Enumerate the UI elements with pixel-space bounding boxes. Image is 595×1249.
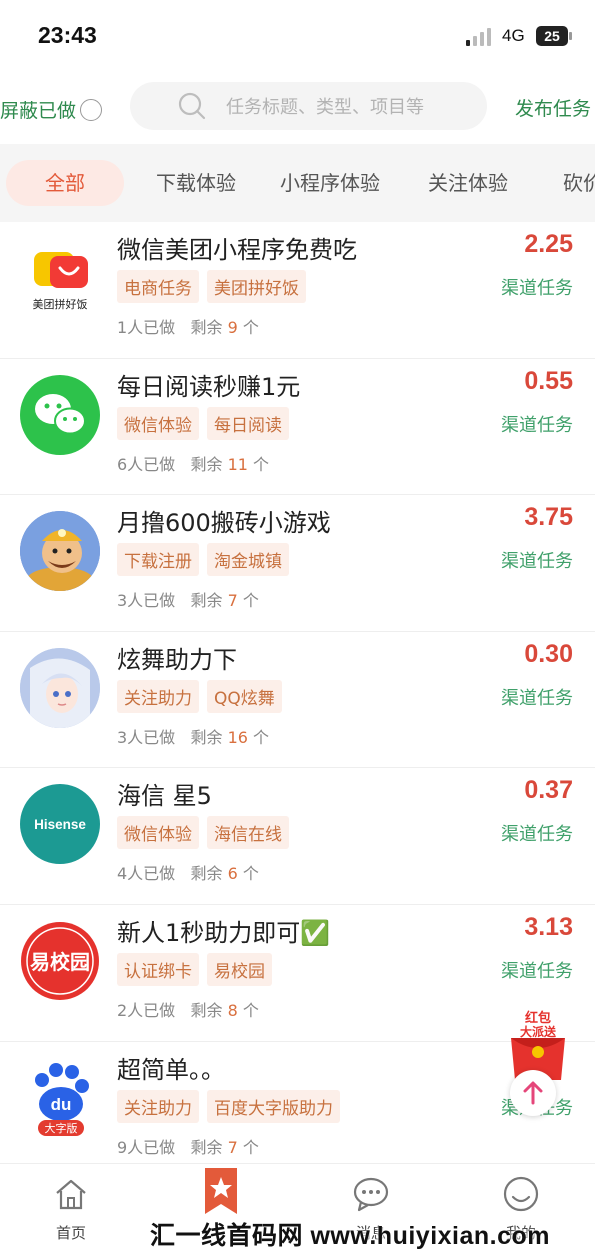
- task-title: 超简单。。: [117, 1055, 225, 1084]
- nav-tasks[interactable]: [181, 1168, 261, 1218]
- nav-home[interactable]: 首页: [31, 1174, 111, 1243]
- task-tag: 微信体验: [117, 816, 199, 850]
- task-tag: 淘金城镇: [207, 543, 289, 577]
- channel-label: 渠道任务: [501, 551, 573, 573]
- task-tag: 美团拼好饭: [207, 270, 306, 303]
- channel-label: 渠道任务: [501, 278, 573, 299]
- svg-text:红包: 红包: [525, 1010, 551, 1026]
- task-tag: QQ炫舞: [207, 679, 282, 713]
- svg-text:易校园: 易校园: [30, 950, 90, 974]
- tab-bargain[interactable]: 砍价: [563, 160, 595, 206]
- channel-label: 渠道任务: [501, 687, 573, 709]
- task-stats: 3人已做 剩余 7 个: [117, 591, 259, 611]
- task-title: 月撸600搬砖小游戏: [117, 509, 331, 538]
- battery-icon: 25: [536, 26, 572, 46]
- category-tabs: 全部 下载体验 小程序体验 关注体验 砍价: [0, 144, 595, 222]
- tab-all[interactable]: 全部: [6, 160, 124, 206]
- status-bar: 23:43 4G 25: [0, 0, 595, 72]
- task-stats: 2人已做 剩余 8 个: [117, 1000, 259, 1020]
- task-tag: 关注助力: [117, 679, 199, 713]
- task-reward: 3.13: [524, 912, 573, 941]
- task-reward: 0.37: [524, 776, 573, 805]
- task-reward: 0.30: [524, 639, 573, 668]
- task-stats: 4人已做 剩余 6 个: [117, 864, 259, 884]
- meituan-logo-icon: 美团拼好饭: [20, 238, 100, 318]
- game-miner-logo-icon: [20, 511, 100, 592]
- task-title: 海信 星5: [117, 782, 212, 811]
- task-title: 每日阅读秒赚1元: [117, 372, 301, 401]
- search-input[interactable]: 任务标题、类型、项目等: [130, 82, 487, 130]
- task-tag: 电商任务: [117, 270, 199, 303]
- task-reward: 0.55: [524, 366, 573, 395]
- channel-label: 渠道任务: [501, 824, 573, 846]
- message-icon: [353, 1177, 389, 1212]
- task-stats: 9人已做 剩余 7 个: [117, 1137, 259, 1157]
- search-icon: [178, 92, 206, 120]
- task-reward: 2.25: [524, 230, 573, 258]
- yixiaoyuan-logo-icon: 易校园: [20, 920, 100, 1001]
- signal-icon: [466, 28, 496, 46]
- network-type: 4G: [502, 26, 525, 45]
- task-tag: 易校园: [207, 952, 272, 986]
- baidu-logo-icon: du 大字版: [20, 1057, 100, 1138]
- svg-text:大派送: 大派送: [520, 1024, 557, 1039]
- hide-done-toggle[interactable]: 屏蔽已做: [0, 96, 103, 123]
- task-item[interactable]: 月撸600搬砖小游戏 下载注册 淘金城镇 3人已做 剩余 7 个 3.75 渠道…: [0, 495, 595, 632]
- task-title: 炫舞助力下: [117, 645, 237, 674]
- channel-label: 渠道任务: [501, 414, 573, 436]
- channel-label: 渠道任务: [501, 960, 573, 982]
- star-bookmark-icon: [205, 1168, 237, 1214]
- task-tag: 认证绑卡: [117, 952, 199, 986]
- scroll-to-top-button[interactable]: [510, 1070, 556, 1116]
- task-title: 微信美团小程序免费吃: [117, 236, 357, 264]
- task-title: 新人1秒助力即可✅: [117, 918, 331, 947]
- svg-text:Hisense: Hisense: [34, 817, 86, 832]
- task-tag: 关注助力: [117, 1089, 199, 1123]
- tab-follow[interactable]: 关注体验: [428, 160, 508, 206]
- search-header: 屏蔽已做 任务标题、类型、项目等 发布任务: [0, 72, 595, 144]
- wechat-logo-icon: [20, 374, 100, 455]
- clock: 23:43: [38, 22, 97, 48]
- profile-icon: [503, 1176, 539, 1212]
- search-placeholder: 任务标题、类型、项目等: [226, 97, 424, 118]
- svg-text:大字版: 大字版: [45, 1121, 78, 1135]
- tab-download[interactable]: 下载体验: [156, 160, 236, 206]
- task-item[interactable]: 炫舞助力下 关注助力 QQ炫舞 3人已做 剩余 16 个 0.30 渠道任务: [0, 632, 595, 769]
- radio-icon[interactable]: [80, 98, 103, 121]
- task-stats: 1人已做 剩余 9 个: [117, 318, 259, 337]
- task-tag: 海信在线: [207, 816, 289, 850]
- task-tag: 每日阅读: [207, 406, 289, 440]
- task-item[interactable]: 美团拼好饭 微信美团小程序免费吃 电商任务 美团拼好饭 1人已做 剩余 9 个 …: [0, 222, 595, 359]
- task-item[interactable]: Hisense 海信 星5 微信体验 海信在线 4人已做 剩余 6 个 0.37…: [0, 768, 595, 905]
- task-tag: 下载注册: [117, 543, 199, 577]
- hide-done-label: 屏蔽已做: [0, 100, 77, 122]
- site-watermark: 汇一线首码网 www.huiyixian.com: [150, 1222, 551, 1249]
- tab-miniprogram[interactable]: 小程序体验: [280, 160, 380, 206]
- svg-text:美团拼好饭: 美团拼好饭: [33, 297, 88, 311]
- home-icon: [56, 1179, 86, 1210]
- task-tag: 百度大字版助力: [207, 1089, 340, 1123]
- nav-home-label: 首页: [55, 1224, 86, 1242]
- qq-dance-logo-icon: [20, 647, 100, 728]
- task-tag: 微信体验: [117, 406, 199, 440]
- publish-task-button[interactable]: 发布任务: [515, 94, 591, 121]
- task-stats: 6人已做 剩余 11 个: [117, 454, 270, 474]
- arrow-up-icon: [523, 1081, 543, 1105]
- hisense-logo-icon: Hisense: [20, 784, 100, 865]
- task-reward: 3.75: [524, 503, 573, 532]
- task-stats: 3人已做 剩余 16 个: [117, 727, 270, 747]
- task-item[interactable]: 每日阅读秒赚1元 微信体验 每日阅读 6人已做 剩余 11 个 0.55 渠道任…: [0, 359, 595, 496]
- svg-text:du: du: [51, 1095, 72, 1114]
